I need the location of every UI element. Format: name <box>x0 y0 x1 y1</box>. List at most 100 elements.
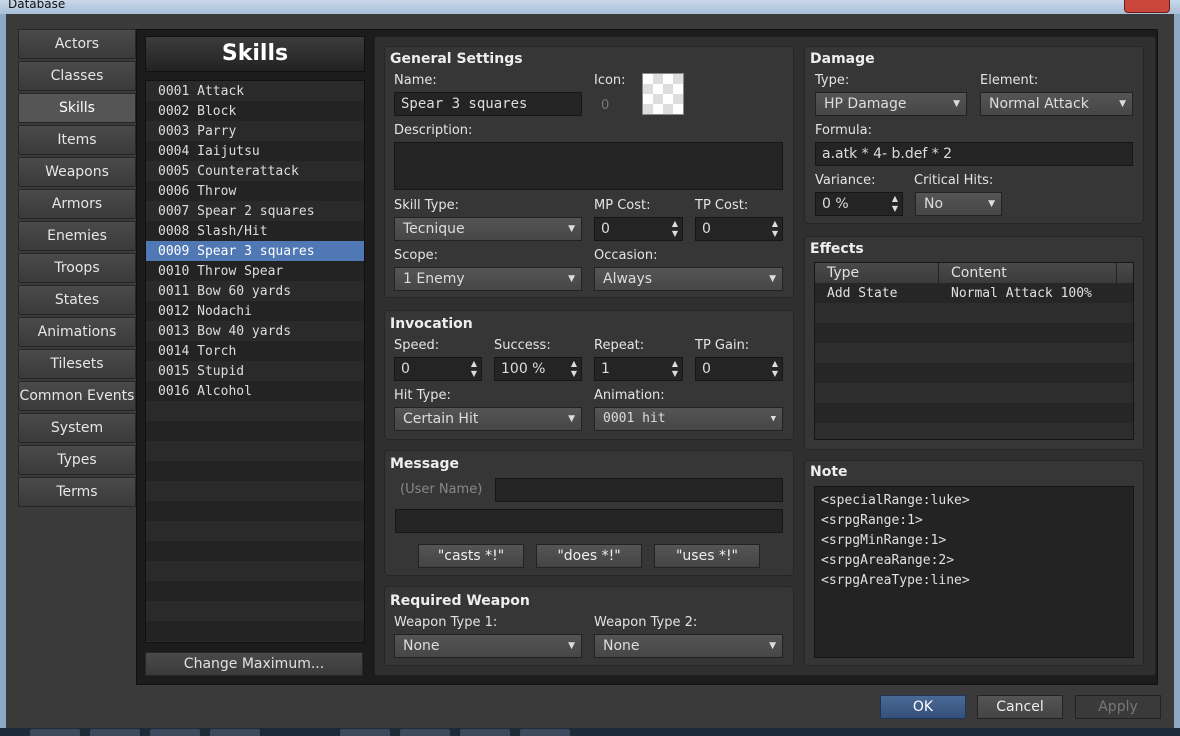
taskbar-item[interactable] <box>520 729 570 736</box>
skill-item[interactable]: 0013 Bow 40 yards <box>146 321 364 341</box>
change-maximum-button[interactable]: Change Maximum... <box>145 652 363 676</box>
variance-spinner[interactable]: 0 % ▲ ▼ <box>815 192 903 216</box>
taskbar-item[interactable] <box>460 729 510 736</box>
skills-list-title: Skills <box>145 36 365 72</box>
category-states[interactable]: States <box>18 285 136 315</box>
skill-item[interactable]: 0014 Torch <box>146 341 364 361</box>
spin-arrows-icon[interactable]: ▲ ▼ <box>672 359 678 379</box>
category-weapons[interactable]: Weapons <box>18 157 136 187</box>
chevron-down-icon: ▼ <box>988 199 995 209</box>
element-select[interactable]: Normal Attack ▼ <box>980 92 1133 116</box>
speed-label: Speed: <box>394 338 440 353</box>
hit-type-select[interactable]: Certain Hit ▼ <box>394 407 582 431</box>
weapon-type2-select[interactable]: None ▼ <box>594 634 783 658</box>
occasion-select[interactable]: Always ▼ <box>594 267 783 291</box>
mp-cost-spinner[interactable]: 0 ▲ ▼ <box>594 217 683 241</box>
taskbar-item[interactable] <box>90 729 140 736</box>
taskbar-item[interactable] <box>340 729 390 736</box>
spin-arrows-icon[interactable]: ▲ ▼ <box>471 359 477 379</box>
skill-type-select[interactable]: Tecnique ▼ <box>394 217 582 241</box>
description-field[interactable] <box>394 142 783 190</box>
name-field[interactable]: Spear 3 squares <box>394 92 582 116</box>
tp-gain-label: TP Gain: <box>695 338 750 353</box>
cancel-button[interactable]: Cancel <box>977 695 1063 719</box>
note-textarea[interactable]: <specialRange:luke> <srpgRange:1> <srpgM… <box>814 486 1134 658</box>
skill-type-label: Skill Type: <box>394 198 459 213</box>
category-skills[interactable]: Skills <box>18 93 136 123</box>
skill-item[interactable]: 0015 Stupid <box>146 361 364 381</box>
category-list: Actors Classes Skills Items Weapons Armo… <box>18 29 136 509</box>
skill-item[interactable]: 0004 Iaijutsu <box>146 141 364 161</box>
skill-item[interactable]: 0003 Parry <box>146 121 364 141</box>
category-animations[interactable]: Animations <box>18 317 136 347</box>
speed-spinner[interactable]: 0 ▲ ▼ <box>394 357 482 381</box>
occasion-value: Always <box>603 271 653 287</box>
effect-row-content[interactable]: Normal Attack 100% <box>951 284 1092 304</box>
chevron-down-icon: ▼ <box>568 414 575 424</box>
skill-item[interactable]: 0005 Counterattack <box>146 161 364 181</box>
effects-col-type[interactable]: Type <box>815 263 939 283</box>
tp-gain-spinner[interactable]: 0 ▲ ▼ <box>695 357 783 381</box>
skill-item[interactable]: 0008 Slash/Hit <box>146 221 364 241</box>
uses-button[interactable]: "uses *!" <box>654 544 760 568</box>
casts-button[interactable]: "casts *!" <box>418 544 524 568</box>
skill-item[interactable]: 0001 Attack <box>146 81 364 101</box>
taskbar <box>0 728 1180 736</box>
spin-arrows-icon[interactable]: ▲ ▼ <box>672 219 678 239</box>
spin-arrows-icon[interactable]: ▲ ▼ <box>892 194 898 214</box>
taskbar-item[interactable] <box>210 729 260 736</box>
category-actors[interactable]: Actors <box>18 29 136 59</box>
effects-col-content[interactable]: Content <box>939 263 1117 283</box>
critical-hits-value: No <box>924 196 944 212</box>
skill-item[interactable]: 0011 Bow 60 yards <box>146 281 364 301</box>
skill-item[interactable]: 0007 Spear 2 squares <box>146 201 364 221</box>
repeat-spinner[interactable]: 1 ▲ ▼ <box>594 357 683 381</box>
category-items[interactable]: Items <box>18 125 136 155</box>
ok-button[interactable]: OK <box>880 695 966 719</box>
spin-arrows-icon[interactable]: ▲ ▼ <box>571 359 577 379</box>
close-window-button[interactable] <box>1124 0 1170 13</box>
skill-item[interactable]: 0002 Block <box>146 101 364 121</box>
repeat-value: 1 <box>601 361 610 377</box>
formula-field[interactable]: a.atk * 4- b.def * 2 <box>815 142 1133 166</box>
category-tilesets[interactable]: Tilesets <box>18 349 136 379</box>
effect-row-type[interactable]: Add State <box>827 284 897 304</box>
taskbar-item[interactable] <box>30 729 80 736</box>
category-troops[interactable]: Troops <box>18 253 136 283</box>
animation-select[interactable]: 0001 hit ▼ <box>594 407 783 431</box>
critical-hits-select[interactable]: No ▼ <box>915 192 1002 216</box>
category-enemies[interactable]: Enemies <box>18 221 136 251</box>
category-system[interactable]: System <box>18 413 136 443</box>
icon-picker[interactable] <box>642 73 684 115</box>
tp-cost-spinner[interactable]: 0 ▲ ▼ <box>695 217 783 241</box>
scope-select[interactable]: 1 Enemy ▼ <box>394 267 582 291</box>
hit-type-label: Hit Type: <box>394 388 451 403</box>
scope-value: 1 Enemy <box>403 271 465 287</box>
taskbar-item[interactable] <box>150 729 200 736</box>
taskbar-item[interactable] <box>400 729 450 736</box>
message-line2-field[interactable] <box>395 509 783 533</box>
effects-table[interactable]: Type Content Add State Normal Attack 100… <box>814 262 1134 440</box>
damage-type-select[interactable]: HP Damage ▼ <box>815 92 967 116</box>
spin-arrows-icon[interactable]: ▲ ▼ <box>772 359 778 379</box>
category-common-events[interactable]: Common Events <box>18 381 136 411</box>
skill-item[interactable]: 0010 Throw Spear <box>146 261 364 281</box>
success-spinner[interactable]: 100 % ▲ ▼ <box>494 357 582 381</box>
apply-button[interactable]: Apply <box>1075 695 1161 719</box>
skill-item[interactable]: 0006 Throw <box>146 181 364 201</box>
chevron-down-icon: ▼ <box>568 224 575 234</box>
category-classes[interactable]: Classes <box>18 61 136 91</box>
skill-item[interactable]: 0012 Nodachi <box>146 301 364 321</box>
skill-item[interactable]: 0016 Alcohol <box>146 381 364 401</box>
skill-item-selected[interactable]: 0009 Spear 3 squares <box>146 241 364 261</box>
skills-list[interactable]: 0001 Attack 0002 Block 0003 Parry 0004 I… <box>145 80 365 643</box>
category-terms[interactable]: Terms <box>18 477 136 507</box>
category-types[interactable]: Types <box>18 445 136 475</box>
message-line1-field[interactable] <box>495 478 783 502</box>
does-button[interactable]: "does *!" <box>536 544 642 568</box>
effects-title: Effects <box>810 241 864 257</box>
spin-arrows-icon[interactable]: ▲ ▼ <box>772 219 778 239</box>
skill-type-value: Tecnique <box>403 221 465 237</box>
category-armors[interactable]: Armors <box>18 189 136 219</box>
weapon-type1-select[interactable]: None ▼ <box>394 634 582 658</box>
